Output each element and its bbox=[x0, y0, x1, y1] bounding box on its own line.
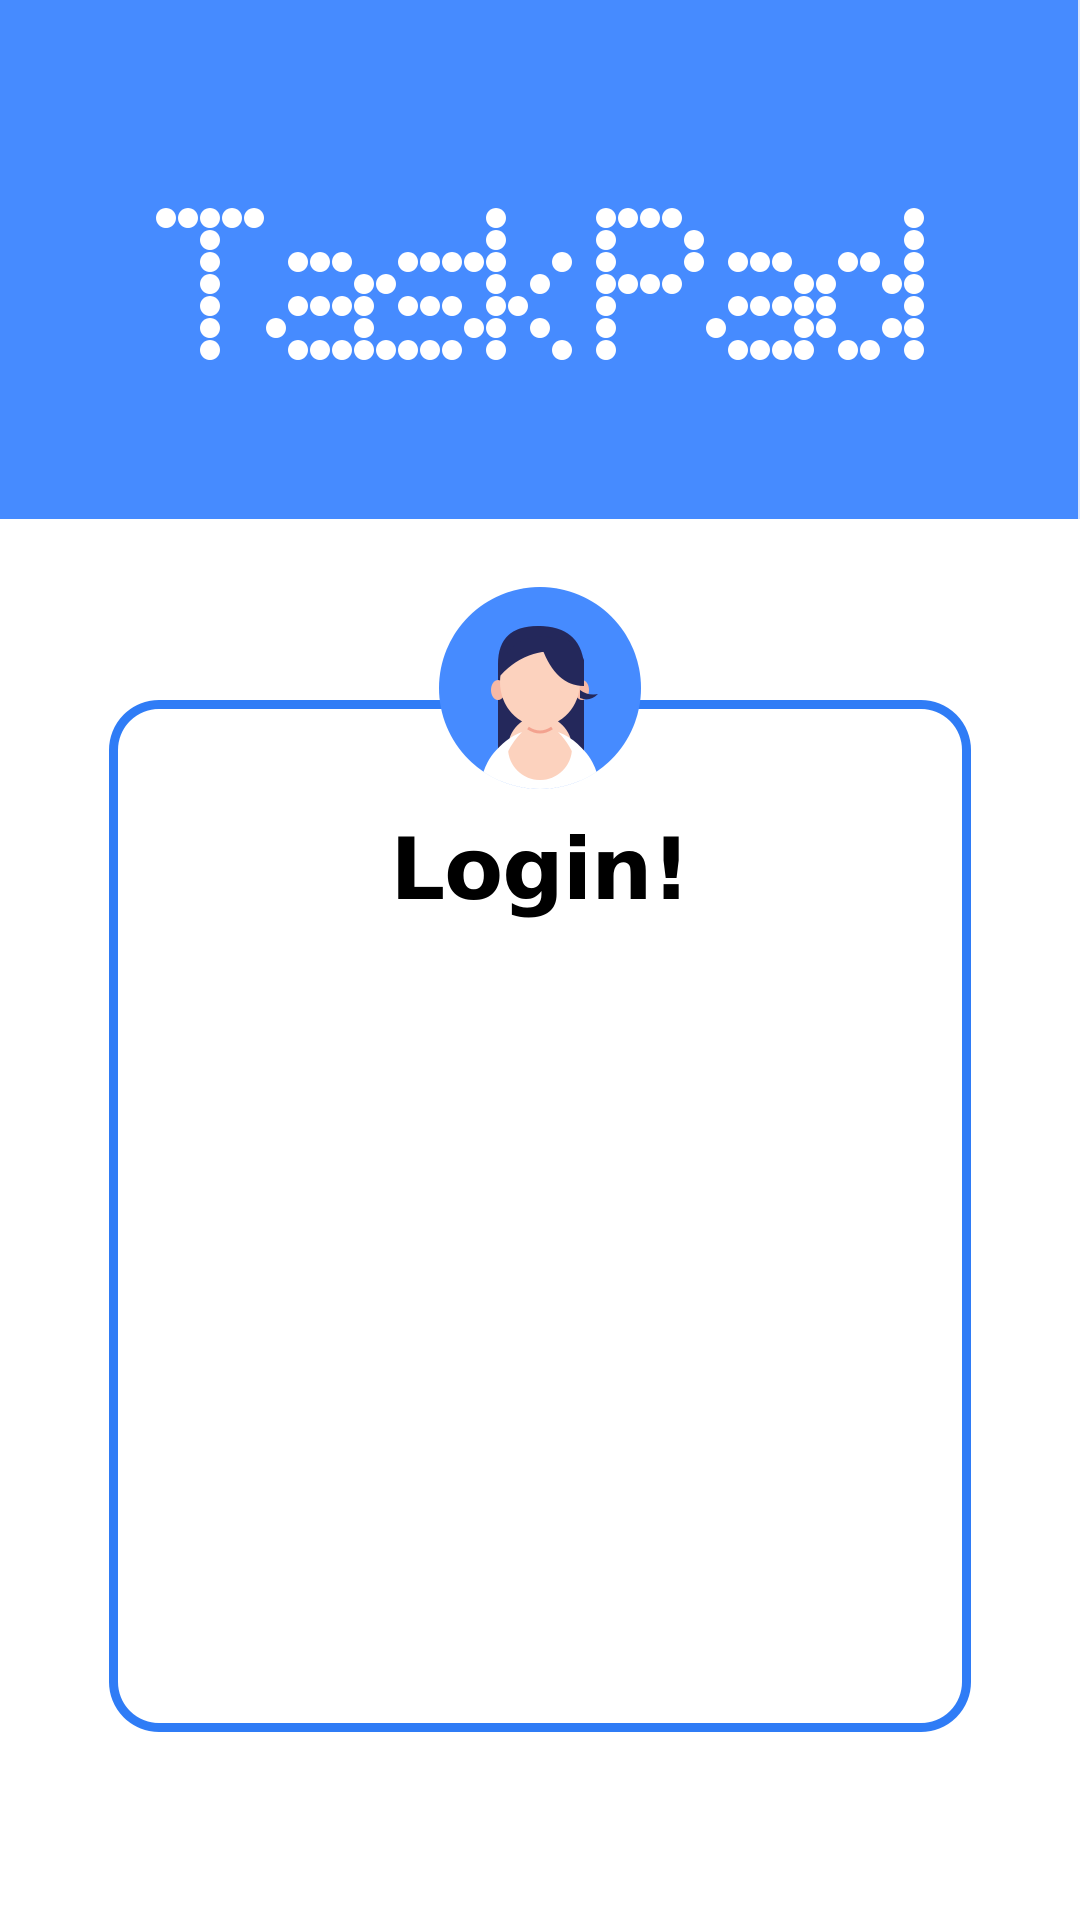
title-dot bbox=[794, 340, 814, 360]
title-dot bbox=[552, 252, 572, 272]
title-dot bbox=[354, 318, 374, 338]
title-dot bbox=[596, 340, 616, 360]
title-dot bbox=[486, 274, 506, 294]
title-dot bbox=[618, 274, 638, 294]
title-dot bbox=[596, 230, 616, 250]
title-dot bbox=[200, 296, 220, 316]
title-dot bbox=[310, 340, 330, 360]
title-dot bbox=[486, 318, 506, 338]
title-dot bbox=[816, 296, 836, 316]
title-dot bbox=[288, 340, 308, 360]
app-title bbox=[0, 0, 1080, 519]
title-dot bbox=[376, 274, 396, 294]
title-dot bbox=[530, 318, 550, 338]
title-dot bbox=[904, 230, 924, 250]
title-dot bbox=[486, 252, 506, 272]
title-dot bbox=[332, 252, 352, 272]
title-dot bbox=[860, 340, 880, 360]
title-dot bbox=[860, 252, 880, 272]
title-dot bbox=[904, 318, 924, 338]
title-dot bbox=[640, 274, 660, 294]
title-dot bbox=[728, 340, 748, 360]
title-dot bbox=[772, 252, 792, 272]
title-dot bbox=[178, 208, 198, 228]
title-dot bbox=[200, 230, 220, 250]
title-dot bbox=[662, 274, 682, 294]
title-dot bbox=[838, 252, 858, 272]
title-dot bbox=[376, 340, 396, 360]
title-dot bbox=[750, 340, 770, 360]
title-dot bbox=[310, 252, 330, 272]
title-dot bbox=[420, 296, 440, 316]
title-dot bbox=[310, 296, 330, 316]
title-dot bbox=[486, 340, 506, 360]
title-dot bbox=[156, 208, 176, 228]
app-title-dots bbox=[156, 208, 924, 360]
title-dot bbox=[596, 208, 616, 228]
title-dot bbox=[354, 274, 374, 294]
title-dot bbox=[266, 318, 286, 338]
title-dot bbox=[904, 296, 924, 316]
title-dot bbox=[200, 208, 220, 228]
title-dot bbox=[420, 340, 440, 360]
title-dot bbox=[486, 230, 506, 250]
title-dot bbox=[728, 252, 748, 272]
title-dot bbox=[904, 208, 924, 228]
title-dot bbox=[684, 230, 704, 250]
title-dot bbox=[200, 252, 220, 272]
title-dot bbox=[332, 340, 352, 360]
title-dot bbox=[288, 296, 308, 316]
title-dot bbox=[398, 252, 418, 272]
title-dot bbox=[596, 252, 616, 272]
title-dot bbox=[706, 318, 726, 338]
title-dot bbox=[530, 274, 550, 294]
title-dot bbox=[398, 296, 418, 316]
title-dot bbox=[464, 318, 484, 338]
title-dot bbox=[794, 296, 814, 316]
title-dot bbox=[662, 208, 682, 228]
title-dot bbox=[354, 340, 374, 360]
title-dot bbox=[794, 274, 814, 294]
title-dot bbox=[332, 296, 352, 316]
title-dot bbox=[442, 252, 462, 272]
title-dot bbox=[640, 208, 660, 228]
title-dot bbox=[354, 296, 374, 316]
title-dot bbox=[596, 274, 616, 294]
user-avatar-icon bbox=[438, 586, 642, 790]
title-dot bbox=[750, 296, 770, 316]
title-dot bbox=[794, 318, 814, 338]
title-dot bbox=[816, 318, 836, 338]
title-dot bbox=[464, 252, 484, 272]
title-dot bbox=[200, 274, 220, 294]
title-dot bbox=[904, 340, 924, 360]
title-dot bbox=[508, 296, 528, 316]
title-dot bbox=[750, 252, 770, 272]
title-dot bbox=[772, 296, 792, 316]
title-dot bbox=[442, 296, 462, 316]
title-dot bbox=[882, 274, 902, 294]
title-dot bbox=[442, 340, 462, 360]
title-dot bbox=[244, 208, 264, 228]
title-dot bbox=[486, 296, 506, 316]
title-dot bbox=[728, 296, 748, 316]
title-dot bbox=[420, 252, 440, 272]
title-dot bbox=[398, 340, 418, 360]
title-dot bbox=[288, 252, 308, 272]
title-dot bbox=[618, 208, 638, 228]
login-heading: Login! bbox=[390, 820, 690, 920]
title-dot bbox=[882, 318, 902, 338]
title-dot bbox=[684, 252, 704, 272]
title-dot bbox=[838, 340, 858, 360]
title-dot bbox=[816, 274, 836, 294]
title-dot bbox=[904, 252, 924, 272]
title-dot bbox=[772, 340, 792, 360]
title-dot bbox=[904, 274, 924, 294]
title-dot bbox=[222, 208, 242, 228]
title-dot bbox=[486, 208, 506, 228]
title-dot bbox=[596, 296, 616, 316]
title-dot bbox=[200, 340, 220, 360]
title-dot bbox=[596, 318, 616, 338]
title-dot bbox=[200, 318, 220, 338]
title-dot bbox=[552, 340, 572, 360]
